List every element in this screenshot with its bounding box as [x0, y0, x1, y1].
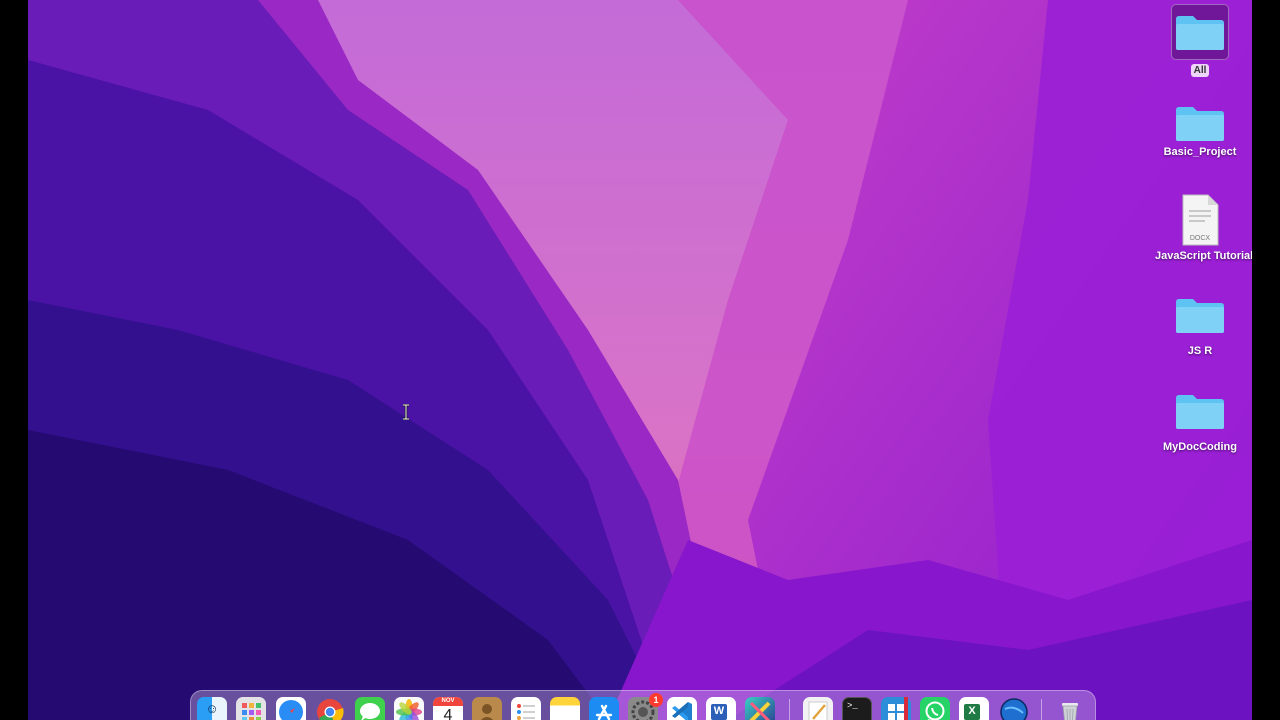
dock: ☺ NOV 4 1 W >_ X: [190, 690, 1096, 720]
trash-icon[interactable]: [1055, 697, 1085, 720]
folder-icon: [1176, 107, 1224, 141]
chrome-icon[interactable]: [315, 697, 345, 720]
system-settings-icon[interactable]: 1: [628, 693, 663, 720]
file-type-tag: DOCX: [1190, 235, 1211, 242]
screen: All Basic_Project DOCX JavaScript Tutori…: [0, 0, 1280, 720]
whatsapp-icon[interactable]: [920, 697, 950, 720]
text-cursor-icon: [403, 404, 409, 420]
notification-badge: 1: [649, 693, 663, 707]
reminders-icon[interactable]: [511, 697, 541, 720]
word-icon[interactable]: W: [706, 697, 736, 720]
desktop-folder-basic-project[interactable]: Basic_Project: [1152, 104, 1248, 160]
browser-icon[interactable]: [999, 697, 1029, 720]
excel-icon[interactable]: X: [959, 697, 989, 720]
desktop-icon-label: Basic_Project: [1163, 146, 1237, 158]
photos-icon[interactable]: [394, 697, 424, 720]
windows-app-icon[interactable]: [881, 697, 911, 720]
app-store-icon[interactable]: [589, 697, 619, 720]
desktop-icon-label: JavaScript Tutorial: [1155, 250, 1252, 262]
docx-file-icon: DOCX: [1182, 194, 1219, 246]
calendar-month: NOV: [433, 697, 463, 706]
finder-icon[interactable]: ☺: [197, 697, 227, 720]
vscode-icon[interactable]: [667, 697, 697, 720]
launchpad-icon[interactable]: [236, 697, 266, 720]
dock-separator: [789, 699, 790, 720]
terminal-prompt: >_: [847, 701, 858, 711]
wallpaper: [28, 0, 1252, 720]
textedit-icon[interactable]: [803, 697, 833, 720]
folder-icon: [1171, 4, 1229, 60]
game-icon[interactable]: [745, 697, 775, 720]
desktop[interactable]: All Basic_Project DOCX JavaScript Tutori…: [28, 0, 1252, 720]
terminal-icon[interactable]: >_: [842, 697, 872, 720]
desktop-icon-label: JS R: [1187, 345, 1213, 357]
desktop-icon-label: MyDocCoding: [1163, 441, 1237, 453]
dock-separator: [1041, 699, 1042, 720]
folder-icon: [1176, 299, 1224, 333]
messages-icon[interactable]: [355, 697, 385, 720]
desktop-icon-label: All: [1190, 64, 1210, 77]
calendar-icon[interactable]: NOV 4: [433, 697, 463, 720]
contacts-icon[interactable]: [472, 697, 502, 720]
calendar-day: 4: [443, 707, 453, 720]
folder-icon: [1176, 395, 1224, 429]
desktop-folder-js-r[interactable]: JS R: [1152, 296, 1248, 359]
desktop-file-javascript-tutorial[interactable]: DOCX JavaScript Tutorial: [1152, 194, 1252, 264]
safari-icon[interactable]: [276, 697, 306, 720]
desktop-folder-all[interactable]: All: [1152, 4, 1248, 78]
notes-icon[interactable]: [550, 697, 580, 720]
desktop-folder-mydoccoding[interactable]: MyDocCoding: [1152, 392, 1248, 455]
